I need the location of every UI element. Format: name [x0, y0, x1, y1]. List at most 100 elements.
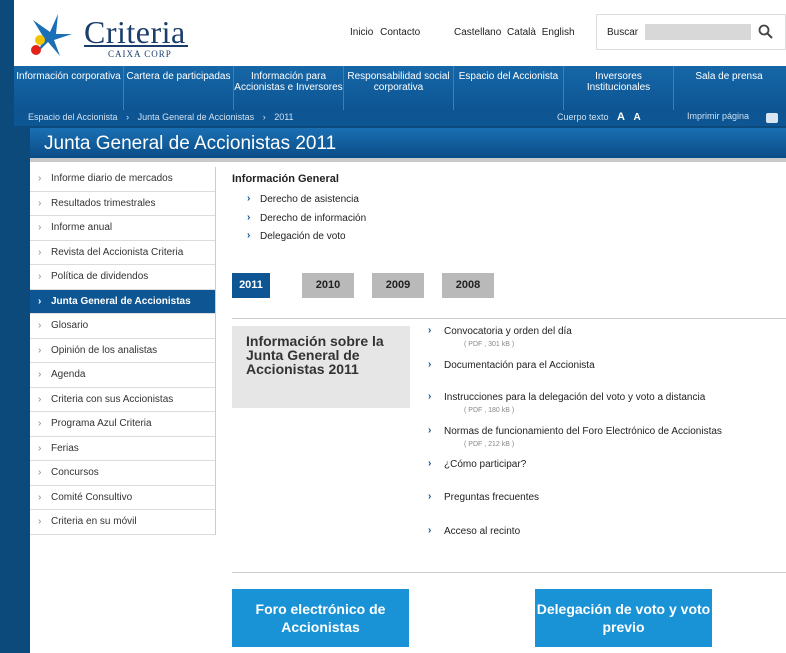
- breadcrumb-item[interactable]: Espacio del Accionista: [28, 112, 118, 122]
- divider: [232, 318, 786, 319]
- doc-label: Preguntas frecuentes: [444, 492, 540, 503]
- content-panel: › Informe diario de mercados › Resultados …: [30, 162, 786, 653]
- breadcrumb-current: 2011: [274, 112, 294, 122]
- chevron-right-icon: ›: [38, 222, 42, 234]
- chevron-right-icon: ›: [38, 173, 42, 185]
- chevron-right-icon: ›: [428, 425, 432, 436]
- doc-normas-foro[interactable]: › Normas de funcionamiento del Foro Elect…: [428, 425, 784, 448]
- page: Criteria CAIXA CORP Inicio Contacto Cast…: [0, 0, 786, 653]
- lang-catala[interactable]: Català: [507, 27, 536, 38]
- sidebar-item-label: Política de dividendos: [51, 271, 149, 283]
- sidebar-item-ferias[interactable]: › Ferias: [30, 437, 215, 461]
- doc-meta: ( PDF , 301 kB ): [464, 341, 515, 348]
- print-link[interactable]: Imprimir página: [687, 111, 749, 121]
- language-links: Castellano Català English: [454, 27, 578, 38]
- nav-responsabilidad-social[interactable]: Responsabilidad social corporativa: [344, 66, 454, 110]
- link-delegacion-voto[interactable]: › Delegación de voto: [247, 230, 346, 242]
- sidebar-item-informe-diario[interactable]: › Informe diario de mercados: [30, 167, 215, 192]
- lang-english[interactable]: English: [542, 27, 575, 38]
- sidebar-item-label: Ferias: [51, 442, 79, 454]
- sidebar-item-glosario[interactable]: › Glosario: [30, 314, 215, 339]
- chevron-right-icon: ›: [428, 525, 432, 536]
- sidebar-item-label: Concursos: [51, 467, 99, 479]
- doc-preguntas-frecuentes[interactable]: › Preguntas frecuentes: [428, 491, 784, 503]
- sidebar-item-programa-azul[interactable]: › Programa Azul Criteria: [30, 412, 215, 437]
- tab-2008[interactable]: 2008: [442, 273, 494, 298]
- sidebar-item-movil[interactable]: › Criteria en su móvil: [30, 510, 215, 535]
- link-inicio[interactable]: Inicio: [350, 27, 373, 38]
- link-label: Delegación de voto: [260, 231, 346, 242]
- general-info-title: Información General: [232, 173, 339, 185]
- chevron-right-icon: ›: [38, 516, 42, 528]
- link-derecho-informacion[interactable]: › Derecho de información: [247, 212, 366, 224]
- doc-acceso-recinto[interactable]: › Acceso al recinto: [428, 525, 784, 537]
- link-derecho-asistencia[interactable]: › Derecho de asistencia: [247, 193, 359, 205]
- search-input[interactable]: [645, 24, 751, 40]
- doc-como-participar[interactable]: › ¿Cómo participar?: [428, 458, 784, 470]
- chevron-right-icon: ›: [38, 320, 42, 332]
- nav-informacion-corporativa[interactable]: Información corporativa: [14, 66, 124, 110]
- tab-2009[interactable]: 2009: [372, 273, 424, 298]
- chevron-right-icon: ›: [247, 212, 251, 223]
- printer-icon[interactable]: [766, 113, 778, 123]
- sidebar-item-comite[interactable]: › Comité Consultivo: [30, 486, 215, 510]
- top-links: Inicio Contacto: [350, 27, 424, 38]
- chevron-right-icon: ›: [428, 458, 432, 469]
- vote-delegation-button[interactable]: Delegación de voto y voto previo: [535, 589, 712, 647]
- nav-accionistas-inversores[interactable]: Información para Accionistas e Inversore…: [234, 66, 344, 110]
- doc-label: ¿Cómo participar?: [444, 459, 527, 470]
- doc-convocatoria[interactable]: › Convocatoria y orden del día ( PDF , 301…: [428, 325, 784, 348]
- tab-2010[interactable]: 2010: [302, 273, 354, 298]
- sidebar-item-label: Agenda: [51, 369, 86, 381]
- forum-button[interactable]: Foro electrónico de Accionistas: [232, 589, 409, 647]
- sidebar-item-label: Informe anual: [51, 222, 113, 234]
- sidebar-item-junta-general[interactable]: › Junta General de Accionistas: [30, 289, 215, 314]
- sidebar-item-criteria-accionistas[interactable]: › Criteria con sus Accionistas: [30, 388, 215, 412]
- nav-inversores-institucionales[interactable]: Inversores Institucionales: [564, 66, 674, 110]
- chevron-right-icon: ›: [38, 491, 42, 503]
- doc-label: Instrucciones para la delegación del vot…: [444, 392, 706, 403]
- sidebar-item-label: Informe diario de mercados: [51, 173, 173, 185]
- chevron-right-icon: ›: [428, 325, 432, 336]
- chevron-right-icon: ›: [38, 442, 42, 454]
- breadcrumb-bar: Espacio del Accionista › Junta General d…: [14, 110, 786, 126]
- page-title: Junta General de Accionistas 2011: [44, 133, 337, 154]
- chevron-right-icon: ›: [126, 112, 130, 122]
- text-smaller-button[interactable]: A: [634, 112, 641, 123]
- search-icon[interactable]: [757, 23, 775, 41]
- chevron-right-icon: ›: [38, 467, 42, 479]
- sidebar-item-concursos[interactable]: › Concursos: [30, 461, 215, 486]
- text-size-label: Cuerpo texto: [557, 112, 609, 122]
- doc-label: Documentación para el Accionista: [444, 360, 595, 371]
- lang-castellano[interactable]: Castellano: [454, 27, 501, 38]
- sidebar-item-dividendos[interactable]: › Política de dividendos: [30, 265, 215, 290]
- sidebar-item-label: Opinión de los analistas: [51, 344, 158, 356]
- doc-instrucciones[interactable]: › Instrucciones para la delegación del vo…: [428, 391, 784, 414]
- nav-cartera-participadas[interactable]: Cartera de participadas: [124, 66, 234, 110]
- sidebar-item-label: Criteria con sus Accionistas: [51, 393, 174, 405]
- text-size-control: Cuerpo texto A A: [557, 111, 647, 123]
- brand-underline: [84, 45, 188, 47]
- search-label: Buscar: [607, 27, 639, 38]
- doc-documentacion[interactable]: › Documentación para el Accionista: [428, 359, 784, 371]
- sidebar-item-agenda[interactable]: › Agenda: [30, 363, 215, 388]
- link-contacto[interactable]: Contacto: [380, 27, 420, 38]
- tab-2011[interactable]: 2011: [232, 273, 270, 298]
- doc-meta: ( PDF , 180 kB ): [464, 407, 515, 414]
- nav-sala-prensa[interactable]: Sala de prensa: [674, 66, 784, 110]
- brand-subtitle: CAIXA CORP: [108, 49, 172, 59]
- sidebar-item-label: Comité Consultivo: [51, 491, 133, 503]
- chevron-right-icon: ›: [428, 491, 432, 502]
- nav-espacio-accionista[interactable]: Espacio del Accionista: [454, 66, 564, 110]
- sidebar-item-analistas[interactable]: › Opinión de los analistas: [30, 339, 215, 363]
- criteria-logo[interactable]: Criteria CAIXA CORP: [28, 12, 188, 59]
- breadcrumb-item[interactable]: Junta General de Accionistas: [138, 112, 255, 122]
- info-box-title: Información sobre la Junta General de Ac…: [246, 333, 384, 377]
- text-larger-button[interactable]: A: [617, 111, 625, 123]
- chevron-right-icon: ›: [38, 271, 42, 283]
- sidebar-item-informe-anual[interactable]: › Informe anual: [30, 216, 215, 241]
- sidebar-item-revista[interactable]: › Revista del Accionista Criteria: [30, 241, 215, 265]
- chevron-right-icon: ›: [262, 112, 266, 122]
- sidebar-item-resultados[interactable]: › Resultados trimestrales: [30, 192, 215, 216]
- doc-label: Acceso al recinto: [444, 526, 521, 537]
